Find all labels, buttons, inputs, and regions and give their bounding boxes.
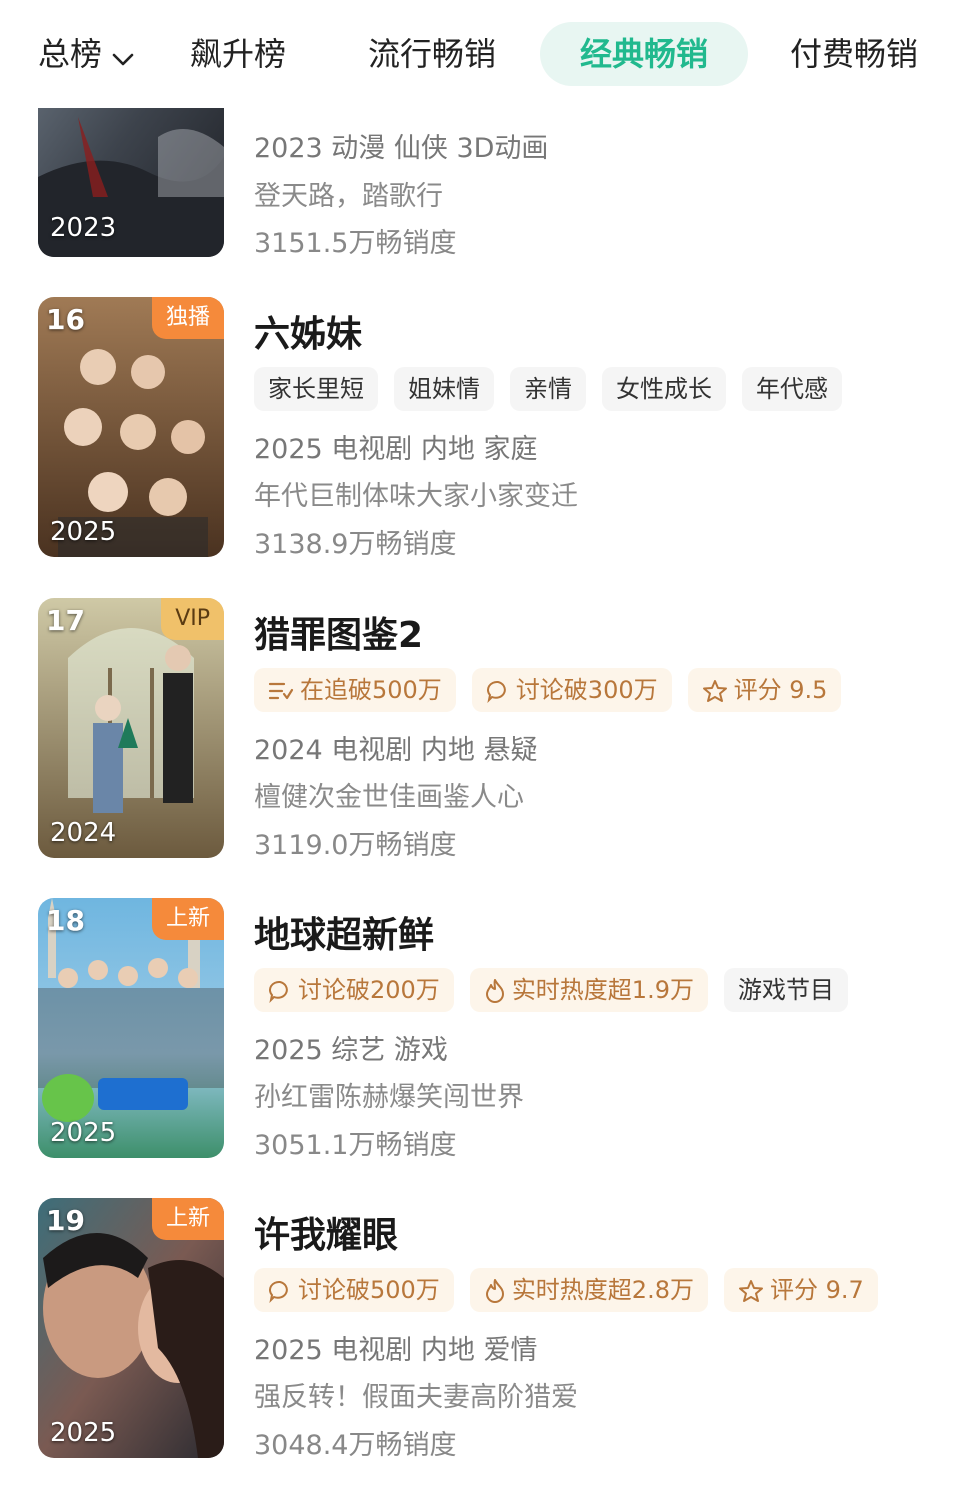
tag[interactable]: 年代感 (742, 367, 842, 411)
item-description: 孙红雷陈赫爆笑闯世界 (254, 1082, 524, 1113)
tag[interactable]: 评分 9.5 (687, 668, 842, 712)
tab-paid[interactable]: 付费畅销 (790, 22, 918, 86)
tab-overall-label: 总榜 (38, 35, 103, 73)
tag-label: 评分 9.7 (769, 1276, 864, 1304)
poster-image: 18 上新 2025 (38, 898, 224, 1158)
item-info: 2025 综艺 游戏 (254, 1035, 448, 1066)
tag[interactable]: 女性成长 (602, 367, 726, 411)
item-description: 强反转！假面夫妻高阶猎爱 (254, 1382, 578, 1413)
tag-label: 实时热度超2.8万 (511, 1276, 694, 1304)
flame-icon (485, 979, 504, 1003)
tag[interactable]: 讨论破500万 (254, 1268, 454, 1312)
tab-rising[interactable]: 飙升榜 (190, 22, 286, 86)
comment-icon (486, 680, 506, 704)
poster-image: 17 VIP 2024 (38, 598, 224, 858)
poster-year: 2024 (50, 818, 117, 848)
poster-image: 16 独播 2025 (38, 297, 224, 557)
tab-classic[interactable]: 经典畅销 (540, 22, 749, 86)
new-badge: 上新 (151, 898, 224, 940)
rank-number: 17 (46, 604, 85, 637)
tag-row: 在追破500万 讨论破300万 评分 9.5 (254, 668, 857, 712)
tag[interactable]: 在追破500万 (254, 668, 456, 712)
item-title: 猎罪图鉴2 (254, 615, 424, 656)
tag-row: 讨论破500万 实时热度超2.8万 评分 9.7 (254, 1268, 894, 1312)
star-icon (702, 680, 727, 702)
tag[interactable]: 讨论破200万 (254, 968, 454, 1012)
rank-number: 18 (46, 904, 85, 937)
tag[interactable]: 姐妹情 (394, 367, 494, 411)
comment-icon (269, 1280, 288, 1304)
tag-label: 讨论破300万 (515, 676, 658, 704)
star-icon (738, 1280, 763, 1302)
rank-number: 19 (46, 1204, 85, 1237)
poster-year: 2025 (50, 1418, 117, 1448)
item-info: 2025 电视剧 内地 爱情 (254, 1335, 538, 1366)
poster-year: 2025 (50, 517, 117, 547)
tag-row: 讨论破200万 实时热度超1.9万 游戏节目 (254, 968, 864, 1012)
tag[interactable]: 评分 9.7 (723, 1268, 878, 1312)
tag-label: 在追破500万 (300, 676, 442, 704)
tag-label: 讨论破500万 (298, 1276, 440, 1304)
vip-badge: VIP (161, 598, 224, 640)
chevron-down-icon (112, 24, 134, 88)
category-tab-bar: 总榜 飙升榜 流行畅销 经典畅销 付费畅销 (0, 0, 960, 108)
item-info: 2025 电视剧 内地 家庭 (254, 434, 538, 465)
poster-image: 19 上新 2025 (38, 1198, 224, 1458)
tab-popular[interactable]: 流行畅销 (368, 22, 496, 86)
item-sales: 3138.9万畅销度 (254, 529, 457, 560)
item-title: 六姊妹 (254, 314, 363, 355)
exclusive-badge: 独播 (151, 297, 224, 339)
item-description: 檀健次金世佳画鉴人心 (254, 782, 524, 813)
tag-label: 实时热度超1.9万 (511, 976, 694, 1004)
new-badge: 上新 (151, 1198, 224, 1240)
item-description: 年代巨制体味大家小家变迁 (254, 481, 578, 512)
item-sales: 3119.0万畅销度 (254, 830, 457, 861)
tag[interactable]: 亲情 (510, 367, 586, 411)
tab-overall[interactable]: 总榜 (38, 22, 134, 86)
tag-label: 游戏节目 (737, 976, 834, 1004)
item-title: 地球超新鲜 (254, 915, 435, 956)
item-title: 许我耀眼 (254, 1215, 399, 1256)
rank-number: 16 (46, 303, 85, 336)
item-info: 2024 电视剧 内地 悬疑 (254, 735, 538, 766)
item-description: 登天路，踏歌行 (254, 181, 443, 212)
tag[interactable]: 讨论破300万 (471, 668, 672, 712)
tag[interactable]: 实时热度超1.9万 (469, 968, 708, 1012)
comment-icon (269, 980, 288, 1004)
flame-icon (485, 1279, 504, 1303)
follow-list-icon (268, 682, 294, 700)
tag-row: 家长里短 姐妹情 亲情 女性成长 年代感 (254, 367, 858, 411)
item-sales: 3048.4万畅销度 (254, 1430, 457, 1461)
item-sales: 3151.5万畅销度 (254, 228, 457, 259)
tag-label: 评分 9.5 (733, 676, 828, 704)
tag-label: 讨论破200万 (298, 976, 440, 1004)
tag[interactable]: 家长里短 (254, 367, 378, 411)
item-sales: 3051.1万畅销度 (254, 1130, 457, 1161)
tag[interactable]: 实时热度超2.8万 (469, 1268, 708, 1312)
item-info: 2023 动漫 仙侠 3D动画 (254, 133, 549, 164)
poster-year: 2023 (50, 213, 117, 243)
poster-year: 2025 (50, 1118, 117, 1148)
tag[interactable]: 游戏节目 (723, 968, 848, 1012)
